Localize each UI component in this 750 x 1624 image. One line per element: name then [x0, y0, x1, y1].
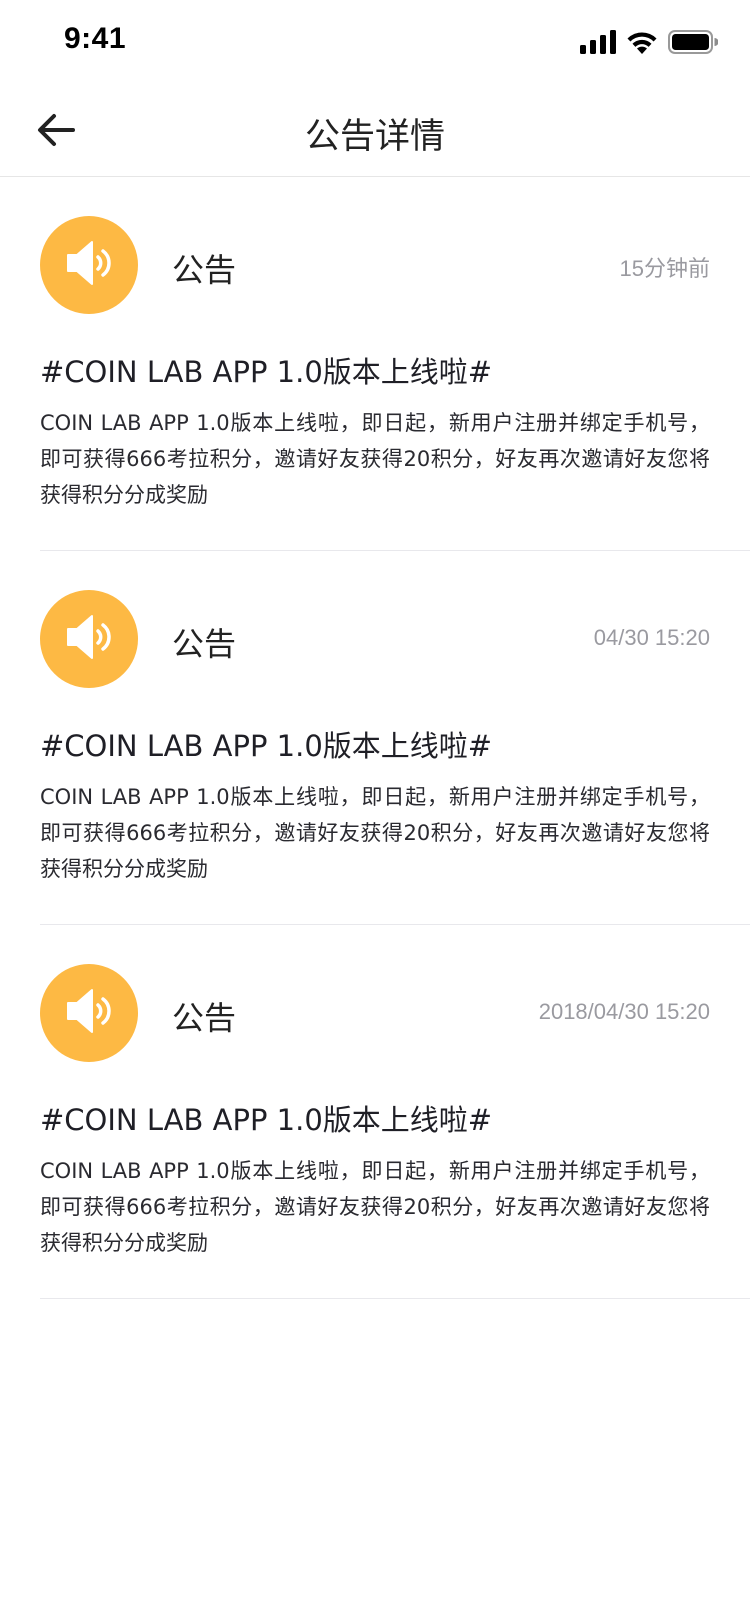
announcement-avatar [40, 964, 138, 1062]
nav-bar: 公告详情 [0, 88, 750, 177]
announcement-time: 15分钟前 [619, 256, 710, 281]
announcement-list: 公告 15分钟前 #COIN LAB APP 1.0版本上线啦# COIN LA… [0, 177, 750, 1299]
status-icons [580, 30, 719, 58]
announcement-avatar [40, 216, 138, 314]
speaker-icon [62, 236, 116, 294]
battery-icon [668, 30, 719, 58]
announcement-card[interactable]: 公告 04/30 15:20 #COIN LAB APP 1.0版本上线啦# C… [40, 551, 750, 925]
signal-icon [580, 30, 616, 58]
announcement-label: 公告 [172, 625, 237, 663]
announcement-title: #COIN LAB APP 1.0版本上线啦# [40, 355, 493, 389]
page-title: 公告详情 [304, 117, 445, 157]
wifi-icon [626, 30, 658, 58]
announcement-card[interactable]: 公告 15分钟前 #COIN LAB APP 1.0版本上线啦# COIN LA… [40, 177, 750, 551]
announcement-title: #COIN LAB APP 1.0版本上线啦# [40, 1103, 493, 1137]
status-bar: 9:41 [0, 0, 750, 88]
announcement-time: 2018/04/30 15:20 [538, 999, 710, 1024]
announcement-time: 04/30 15:20 [593, 625, 710, 650]
announcement-avatar [40, 590, 138, 688]
speaker-icon [62, 610, 116, 668]
announcement-body: COIN LAB APP 1.0版本上线啦，即日起，新用户注册并绑定手机号，即可… [40, 785, 710, 881]
announcement-body: COIN LAB APP 1.0版本上线啦，即日起，新用户注册并绑定手机号，即可… [40, 411, 710, 507]
status-time: 9:41 [64, 22, 127, 55]
speaker-icon [62, 984, 116, 1042]
announcement-label: 公告 [172, 999, 237, 1037]
announcement-card[interactable]: 公告 2018/04/30 15:20 #COIN LAB APP 1.0版本上… [40, 925, 750, 1299]
announcement-title: #COIN LAB APP 1.0版本上线啦# [40, 729, 493, 763]
announcement-label: 公告 [172, 251, 237, 289]
announcement-body: COIN LAB APP 1.0版本上线啦，即日起，新用户注册并绑定手机号，即可… [40, 1159, 710, 1255]
